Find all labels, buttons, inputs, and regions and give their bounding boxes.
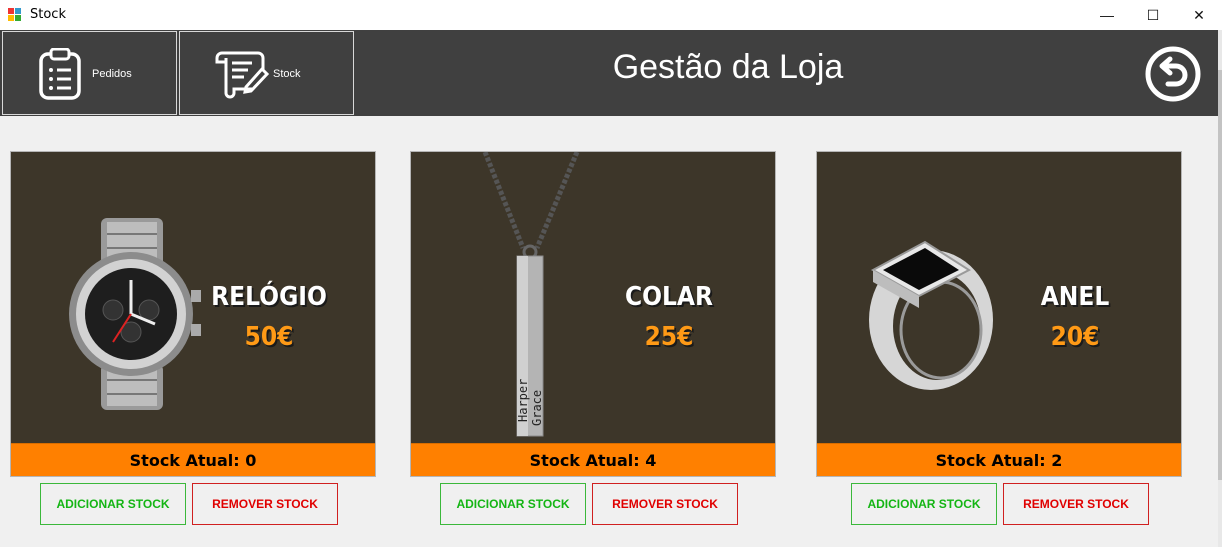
maximize-icon: ☐	[1146, 6, 1160, 23]
ring-image	[869, 240, 993, 390]
close-icon: ✕	[1193, 6, 1205, 23]
add-stock-button[interactable]: ADICIONAR STOCK	[440, 483, 586, 525]
product-card-necklace: Harper Grace COLAR 25€ Stock Atual: 4	[410, 151, 776, 477]
title-bar: Stock — ☐ ✕	[0, 0, 1222, 30]
window-title: Stock	[30, 7, 66, 22]
scrollbar-thumb[interactable]	[1218, 70, 1222, 480]
product-name: RELÓGIO	[211, 282, 327, 312]
product-price: 20€	[1050, 322, 1100, 352]
page-title: Gestão da Loja	[612, 48, 844, 86]
nav-stock-button[interactable]: Stock	[179, 31, 354, 115]
back-icon[interactable]	[1144, 45, 1202, 103]
product-card-ring: ANEL 20€ Stock Atual: 2	[816, 151, 1182, 477]
minimize-icon: —	[1100, 7, 1114, 23]
stock-status: Stock Atual: 2	[817, 443, 1181, 476]
product-price: 25€	[644, 322, 694, 352]
product-price: 50€	[244, 322, 294, 352]
engraving-line-2: Grace	[530, 390, 544, 426]
scroll-document-icon	[215, 51, 270, 99]
minimize-button[interactable]: —	[1084, 0, 1130, 30]
product-card-watch: RELÓGIO 50€ Stock Atual: 0	[10, 151, 376, 477]
remove-stock-button[interactable]: REMOVER STOCK	[192, 483, 338, 525]
necklace-image: Harper Grace	[482, 152, 580, 437]
nav-orders-label: Pedidos	[92, 68, 132, 80]
engraving-line-1: Harper	[516, 379, 530, 422]
app-icon	[8, 8, 22, 22]
vertical-scrollbar[interactable]	[1218, 30, 1222, 547]
maximize-button[interactable]: ☐	[1130, 0, 1176, 30]
nav-orders-button[interactable]: Pedidos	[2, 31, 177, 115]
remove-stock-button[interactable]: REMOVER STOCK	[1003, 483, 1149, 525]
product-name: ANEL	[1040, 282, 1110, 312]
product-name: COLAR	[624, 282, 714, 312]
nav-stock-label: Stock	[273, 68, 301, 80]
add-stock-button[interactable]: ADICIONAR STOCK	[851, 483, 997, 525]
stock-status: Stock Atual: 0	[11, 443, 375, 476]
remove-stock-button[interactable]: REMOVER STOCK	[592, 483, 738, 525]
watch-image	[69, 218, 201, 410]
add-stock-button[interactable]: ADICIONAR STOCK	[40, 483, 186, 525]
close-button[interactable]: ✕	[1176, 0, 1222, 30]
stock-status: Stock Atual: 4	[411, 443, 775, 476]
clipboard-icon	[39, 48, 81, 100]
